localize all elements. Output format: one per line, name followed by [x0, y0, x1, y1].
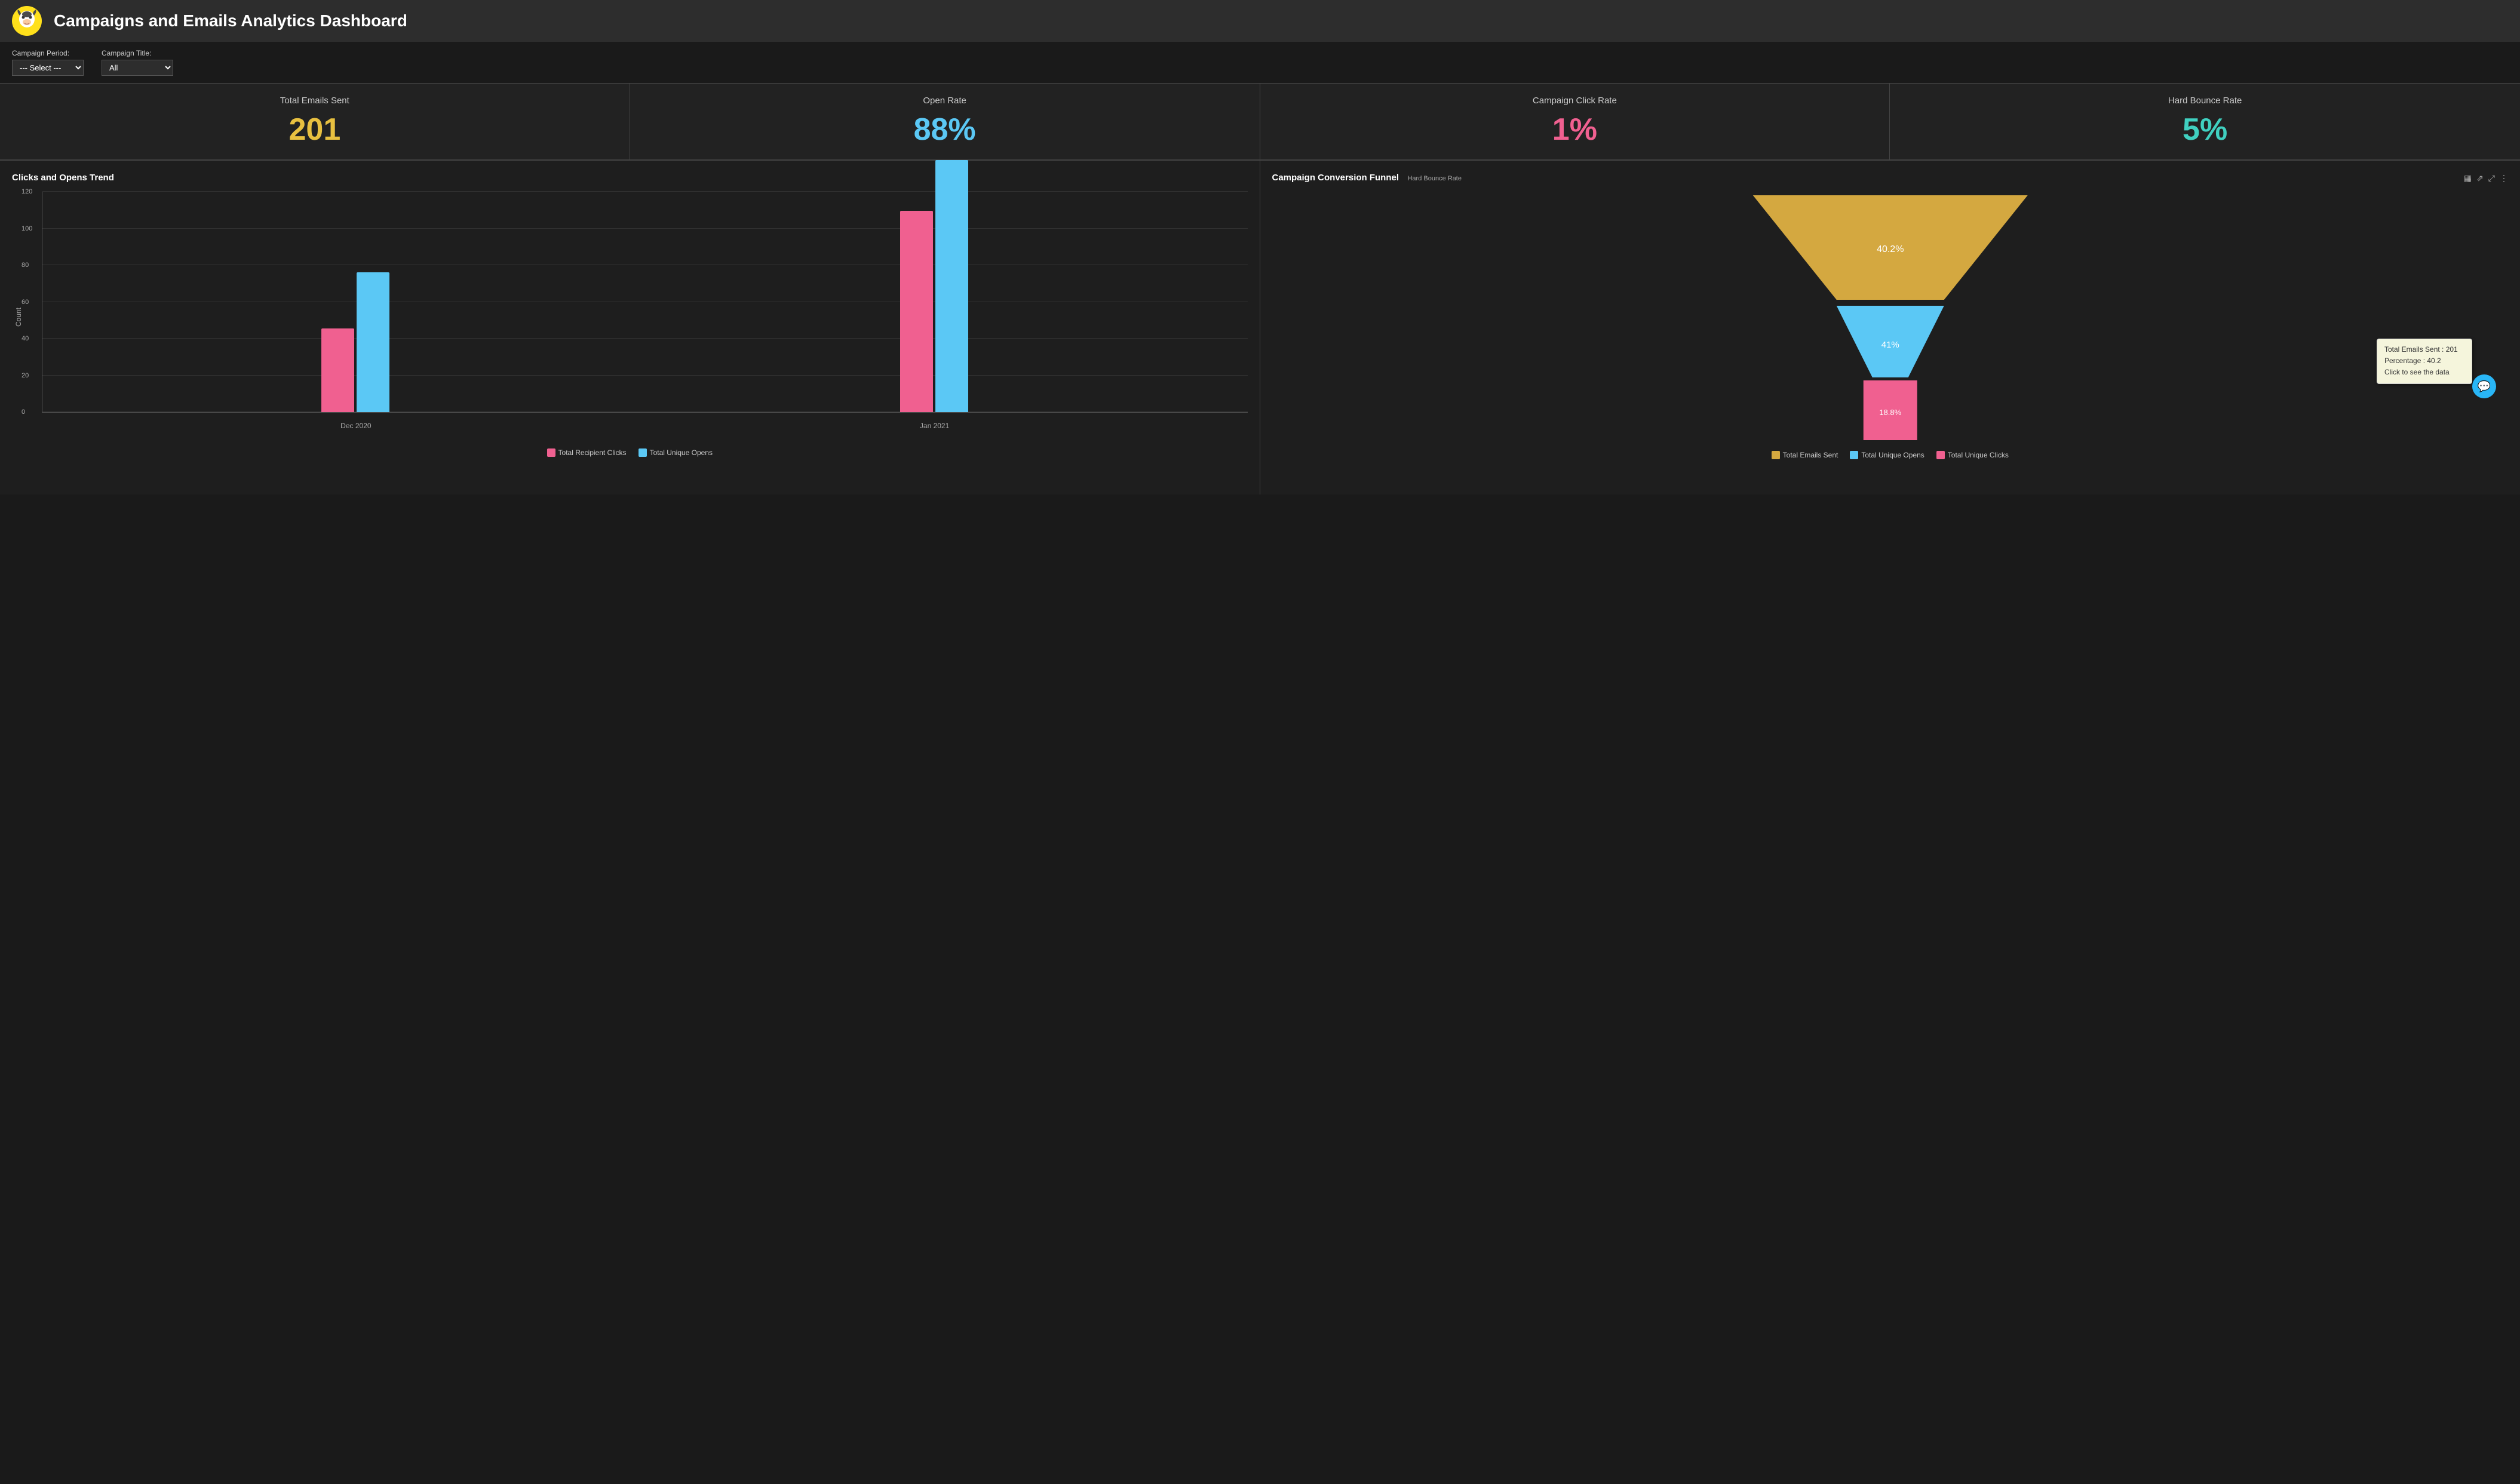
kpi-click-rate: Campaign Click Rate 1%: [1260, 84, 1890, 159]
funnel-container: 40.2% 41% 18.8% Total Emails Sent : 201 …: [1272, 189, 2509, 446]
bar-chart-icon[interactable]: ▦: [2464, 173, 2472, 183]
chat-button[interactable]: 💬: [2472, 374, 2496, 398]
campaign-period-select[interactable]: --- Select --- Dec 2020 Jan 2021: [12, 60, 84, 76]
campaign-period-label: Campaign Period:: [12, 49, 84, 57]
kpi-row: Total Emails Sent 201 Open Rate 88% Camp…: [0, 83, 2520, 160]
kpi-click-rate-label: Campaign Click Rate: [1272, 96, 1878, 106]
more-icon[interactable]: ⋮: [2500, 173, 2508, 183]
funnel-legend-label-emails: Total Emails Sent: [1783, 451, 1838, 459]
app-logo: [12, 6, 42, 36]
kpi-open-rate: Open Rate 88%: [630, 84, 1260, 159]
bar-chart-title: Clicks and Opens Trend: [12, 173, 1248, 183]
bar-jan2021-blue[interactable]: [935, 160, 968, 412]
kpi-bounce-rate-value: 5%: [1902, 112, 2508, 148]
charts-row: Clicks and Opens Trend Count 120 100 80: [0, 160, 2520, 494]
bar-dec2020-pink[interactable]: [321, 328, 354, 412]
bar-group-dec2020: [321, 272, 389, 412]
bars-area: [42, 192, 1248, 412]
funnel-label-opens: 41%: [1881, 340, 1899, 350]
y-axis-label: Count: [14, 308, 23, 327]
legend-item-opens: Total Unique Opens: [639, 448, 713, 457]
funnel-label-emails: 40.2%: [1877, 244, 1904, 254]
bar-chart-inner: 120 100 80 60 40 20: [42, 192, 1248, 413]
funnel-chart-panel: Campaign Conversion Funnel Hard Bounce R…: [1260, 161, 2520, 494]
campaign-title-label: Campaign Title:: [102, 49, 173, 57]
x-labels: Dec 2020 Jan 2021: [42, 418, 1248, 430]
funnel-legend-color-opens: [1850, 451, 1858, 459]
legend-color-clicks: [547, 448, 555, 457]
funnel-title-area: Campaign Conversion Funnel Hard Bounce R…: [1272, 173, 1462, 183]
bar-pair-dec2020: [321, 272, 389, 412]
legend-color-opens: [639, 448, 647, 457]
bar-group-jan2021: [900, 160, 968, 412]
bar-chart-container: Count 120 100 80 60: [12, 192, 1248, 443]
campaign-period-filter: Campaign Period: --- Select --- Dec 2020…: [12, 49, 84, 76]
kpi-total-emails-label: Total Emails Sent: [12, 96, 618, 106]
bar-pair-jan2021: [900, 160, 968, 412]
export-icon[interactable]: ⇗: [2476, 173, 2484, 183]
campaign-title-select[interactable]: All Campaign A Campaign B: [102, 60, 173, 76]
dashboard-title: Campaigns and Emails Analytics Dashboard: [54, 11, 407, 30]
filters-bar: Campaign Period: --- Select --- Dec 2020…: [0, 42, 2520, 83]
funnel-legend-opens: Total Unique Opens: [1850, 451, 1924, 459]
x-label-jan2021: Jan 2021: [920, 422, 949, 430]
kpi-total-emails-value: 201: [12, 112, 618, 148]
header: Campaigns and Emails Analytics Dashboard: [0, 0, 2520, 42]
kpi-open-rate-value: 88%: [642, 112, 1248, 148]
legend-label-clicks: Total Recipient Clicks: [558, 448, 627, 457]
tooltip-line2: Percentage : 40.2: [2384, 355, 2464, 367]
tooltip-line1: Total Emails Sent : 201: [2384, 344, 2464, 355]
bar-jan2021-pink[interactable]: [900, 211, 933, 412]
funnel-legend-label-opens: Total Unique Opens: [1861, 451, 1924, 459]
funnel-legend-clicks: Total Unique Clicks: [1936, 451, 2009, 459]
bar-chart-panel: Clicks and Opens Trend Count 120 100 80: [0, 161, 1260, 494]
kpi-open-rate-label: Open Rate: [642, 96, 1248, 106]
funnel-chart-title: Campaign Conversion Funnel: [1272, 173, 1399, 183]
funnel-header: Campaign Conversion Funnel Hard Bounce R…: [1272, 173, 2509, 183]
funnel-svg: 40.2% 41% 18.8%: [1272, 189, 2509, 446]
x-label-dec2020: Dec 2020: [340, 422, 371, 430]
funnel-legend-color-clicks: [1936, 451, 1945, 459]
legend-item-clicks: Total Recipient Clicks: [547, 448, 627, 457]
funnel-legend-color-emails: [1772, 451, 1780, 459]
expand-icon[interactable]: ⤢: [2488, 173, 2495, 183]
funnel-label-clicks: 18.8%: [1879, 408, 1901, 417]
bar-chart-legend: Total Recipient Clicks Total Unique Open…: [12, 448, 1248, 457]
funnel-legend-emails: Total Emails Sent: [1772, 451, 1838, 459]
campaign-title-filter: Campaign Title: All Campaign A Campaign …: [102, 49, 173, 76]
funnel-chart-subtitle: Hard Bounce Rate: [1407, 175, 1462, 182]
kpi-bounce-rate: Hard Bounce Rate 5%: [1890, 84, 2520, 159]
legend-label-opens: Total Unique Opens: [650, 448, 713, 457]
tooltip-line3: Click to see the data: [2384, 367, 2464, 378]
kpi-bounce-rate-label: Hard Bounce Rate: [1902, 96, 2508, 106]
kpi-total-emails: Total Emails Sent 201: [0, 84, 630, 159]
funnel-legend-label-clicks: Total Unique Clicks: [1948, 451, 2009, 459]
kpi-click-rate-value: 1%: [1272, 112, 1878, 148]
funnel-tooltip: Total Emails Sent : 201 Percentage : 40.…: [2377, 339, 2472, 384]
bar-dec2020-blue[interactable]: [357, 272, 389, 412]
funnel-legend: Total Emails Sent Total Unique Opens Tot…: [1272, 451, 2509, 459]
funnel-icons: ▦ ⇗ ⤢ ⋮: [2464, 173, 2508, 183]
